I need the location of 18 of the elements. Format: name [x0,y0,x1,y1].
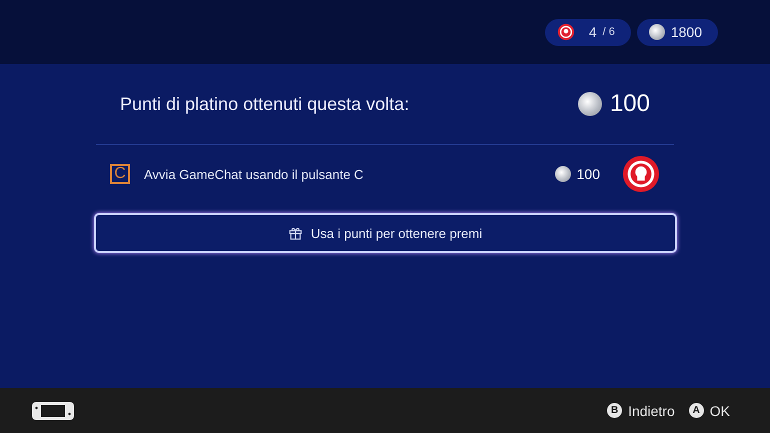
coin-icon [554,166,571,182]
summary-label: Punti di platino ottenuti questa volta: [120,94,410,114]
stamp-count: 4 [588,24,597,40]
mission-points: 100 [576,166,600,182]
gift-icon [288,226,303,240]
key-icon: C [110,164,130,184]
console-icon [32,402,74,420]
stamp-total: / 6 [602,26,615,38]
stamp-icon [556,23,575,41]
summary-points: 100 [610,90,650,118]
footer-button[interactable]: A OK [688,402,730,418]
mission-text: Avvia GameChat usando il pulsante C [144,166,364,182]
points-total: 1800 [670,24,702,40]
coin-icon [578,92,602,116]
stamp-icon [622,155,660,193]
footer-button[interactable]: B Indietro [607,402,675,418]
reward-button[interactable]: Usa i punti per ottenere premi [94,213,676,253]
coin-icon [648,24,665,40]
